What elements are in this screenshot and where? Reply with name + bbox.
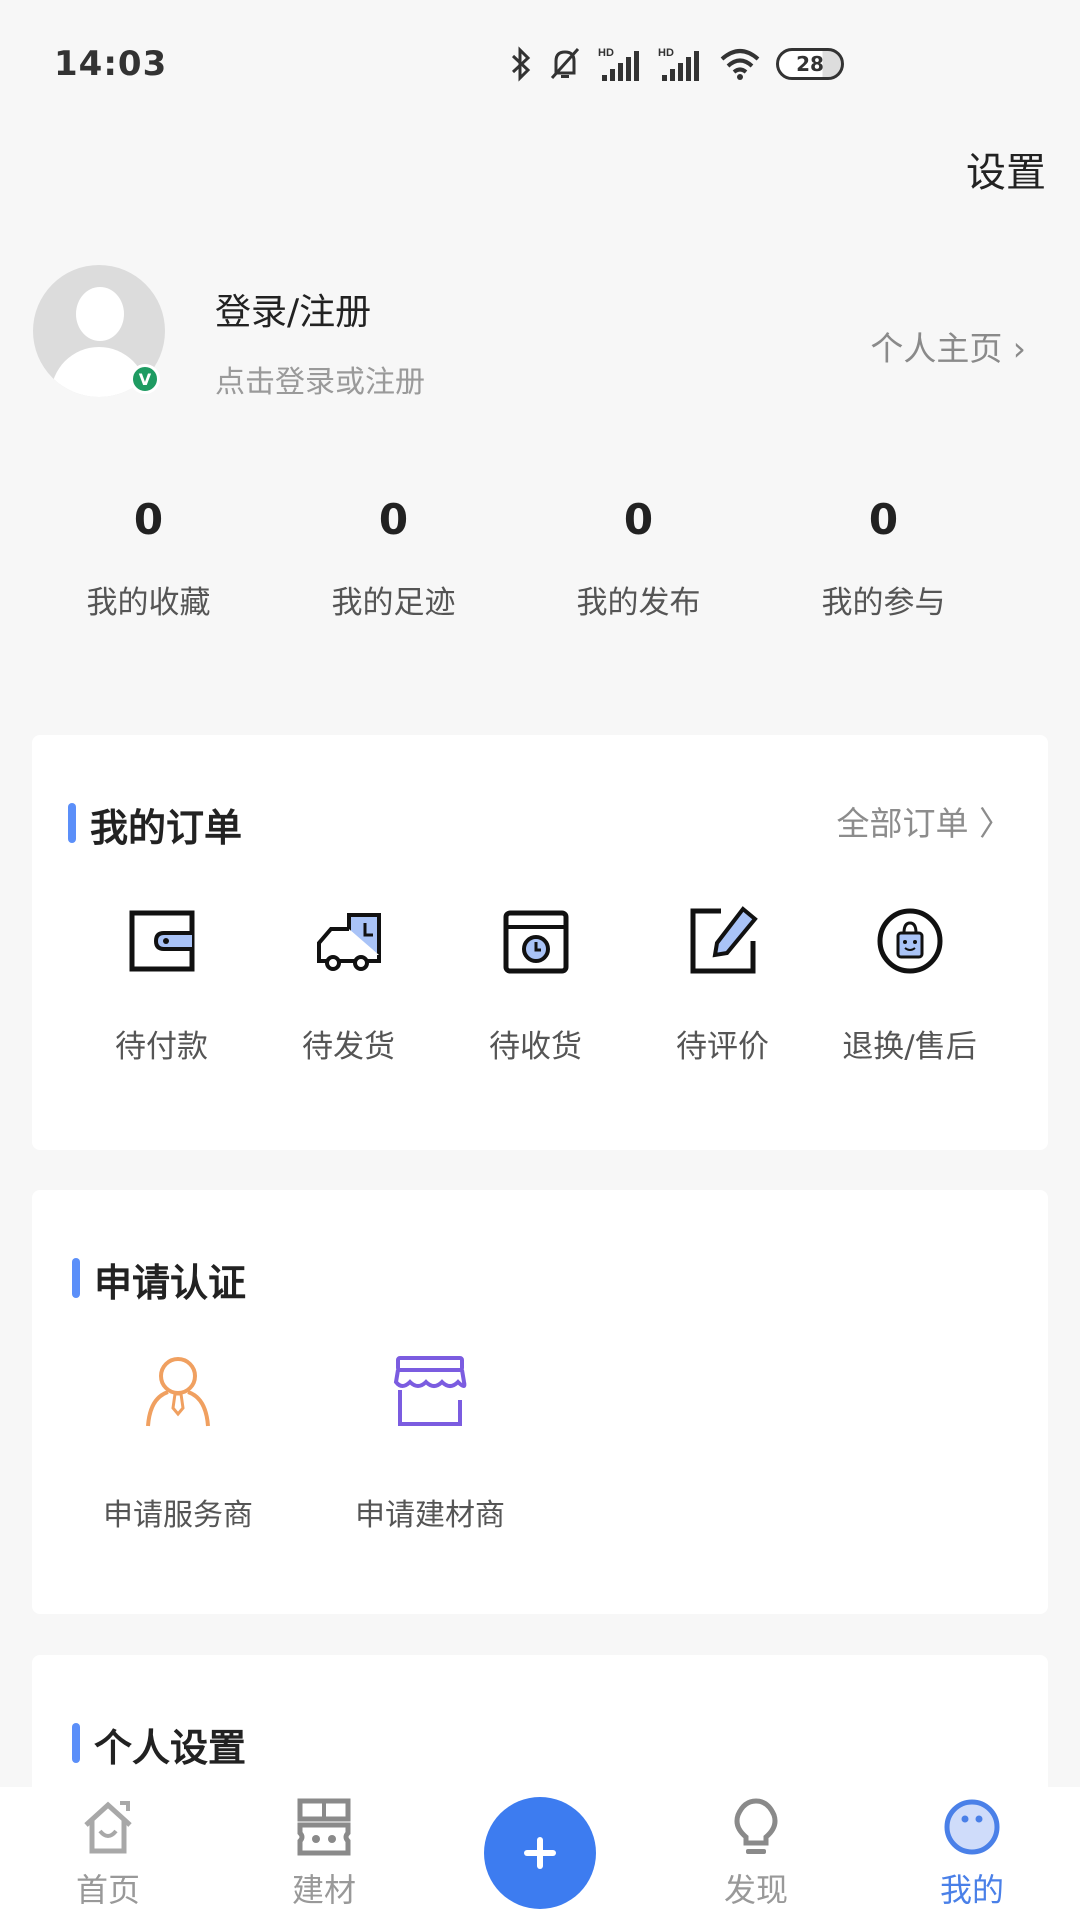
wifi-icon: [720, 49, 760, 80]
stat-footprints[interactable]: 0 我的足迹: [271, 495, 516, 622]
tab-label: 发现: [723, 1871, 788, 1909]
apply-service-provider[interactable]: 申请服务商: [52, 1350, 304, 1534]
settings-link[interactable]: 设置: [966, 140, 1046, 198]
all-orders-link[interactable]: 全部订单 〉: [837, 797, 1013, 845]
tab-home[interactable]: 首页: [0, 1787, 216, 1920]
stats-row: 0 我的收藏 0 我的足迹 0 我的发布 0 我的参与: [0, 495, 1080, 622]
order-label: 待收货: [489, 1029, 582, 1065]
publish-button[interactable]: [484, 1797, 596, 1909]
order-status-grid: 待付款 待发货 待收货 待评价 退换/售后: [32, 905, 1048, 1066]
order-label: 待付款: [115, 1029, 208, 1065]
order-pending-receipt[interactable]: 待收货: [442, 905, 629, 1066]
edit-icon: [690, 906, 758, 974]
order-pending-shipment[interactable]: 待发货: [255, 905, 442, 1066]
certification-card: 申请认证 申请服务商 申请建材商: [32, 1190, 1048, 1614]
stat-participation[interactable]: 0 我的参与: [761, 495, 1006, 622]
home-icon: [84, 1801, 132, 1854]
stat-label: 我的收藏: [86, 585, 211, 621]
hd-signal-icon: HD: [598, 47, 639, 81]
bottom-tab-bar: 首页 建材 发现 我的: [0, 1787, 1080, 1920]
svg-text:HD: HD: [658, 47, 674, 59]
stat-value: 0: [623, 495, 654, 544]
shop-icon: [393, 1356, 467, 1426]
stat-label: 我的参与: [821, 585, 946, 621]
stat-value: 0: [868, 495, 899, 544]
lightbulb-icon: [734, 1798, 778, 1854]
login-register-link[interactable]: 登录/注册: [215, 283, 371, 335]
materials-icon: [297, 1798, 351, 1856]
cert-label: 申请服务商: [103, 1498, 253, 1533]
profile-face-icon: [944, 1799, 1000, 1855]
order-label: 待发货: [302, 1029, 395, 1065]
stat-posts[interactable]: 0 我的发布: [516, 495, 761, 622]
tab-label: 建材: [291, 1871, 356, 1909]
order-after-sales[interactable]: 退换/售后: [816, 905, 1003, 1066]
wallet-icon: [129, 910, 194, 972]
status-time: 14:03: [54, 44, 168, 84]
personal-homepage-link[interactable]: 个人主页 ›: [870, 322, 1026, 370]
apply-material-supplier[interactable]: 申请建材商: [304, 1350, 556, 1534]
status-icons: HD HD 28: [510, 44, 844, 84]
mute-bell-icon: [550, 47, 580, 80]
cert-label: 申请建材商: [355, 1498, 505, 1533]
order-pending-payment[interactable]: 待付款: [68, 905, 255, 1066]
plus-icon: [524, 1837, 556, 1869]
stat-label: 我的发布: [576, 585, 701, 621]
avatar-head: [76, 287, 124, 341]
box-clock-icon: [503, 910, 568, 974]
svg-text:HD: HD: [598, 47, 614, 59]
tab-publish[interactable]: [432, 1787, 648, 1920]
service-person-icon: [146, 1357, 210, 1427]
tab-discover[interactable]: 发现: [648, 1787, 864, 1920]
stat-label: 我的足迹: [331, 585, 456, 621]
certification-title: 申请认证: [72, 1252, 246, 1307]
login-hint: 点击登录或注册: [215, 365, 425, 400]
order-label: 退换/售后: [842, 1029, 977, 1065]
tab-label: 首页: [75, 1871, 140, 1909]
hd-signal-icon: HD: [658, 47, 699, 81]
order-pending-review[interactable]: 待评价: [629, 905, 816, 1066]
verified-badge: V: [130, 364, 160, 394]
stat-favorites[interactable]: 0 我的收藏: [26, 495, 271, 622]
shopping-bag-icon: [877, 908, 942, 974]
stat-value: 0: [133, 495, 164, 544]
orders-title: 我的订单: [68, 797, 242, 852]
truck-icon: [316, 913, 381, 971]
battery-indicator: 28: [776, 48, 844, 80]
orders-card: 我的订单 全部订单 〉 待付款 待发货 待收货 待评价 退换/售后: [32, 735, 1048, 1150]
personal-settings-title: 个人设置: [72, 1717, 246, 1772]
stat-value: 0: [378, 495, 409, 544]
bluetooth-icon: [511, 46, 531, 82]
tab-materials[interactable]: 建材: [216, 1787, 432, 1920]
order-label: 待评价: [676, 1029, 769, 1065]
certification-grid: 申请服务商 申请建材商: [32, 1350, 556, 1534]
tab-label: 我的: [939, 1871, 1004, 1909]
tab-mine[interactable]: 我的: [864, 1787, 1080, 1920]
